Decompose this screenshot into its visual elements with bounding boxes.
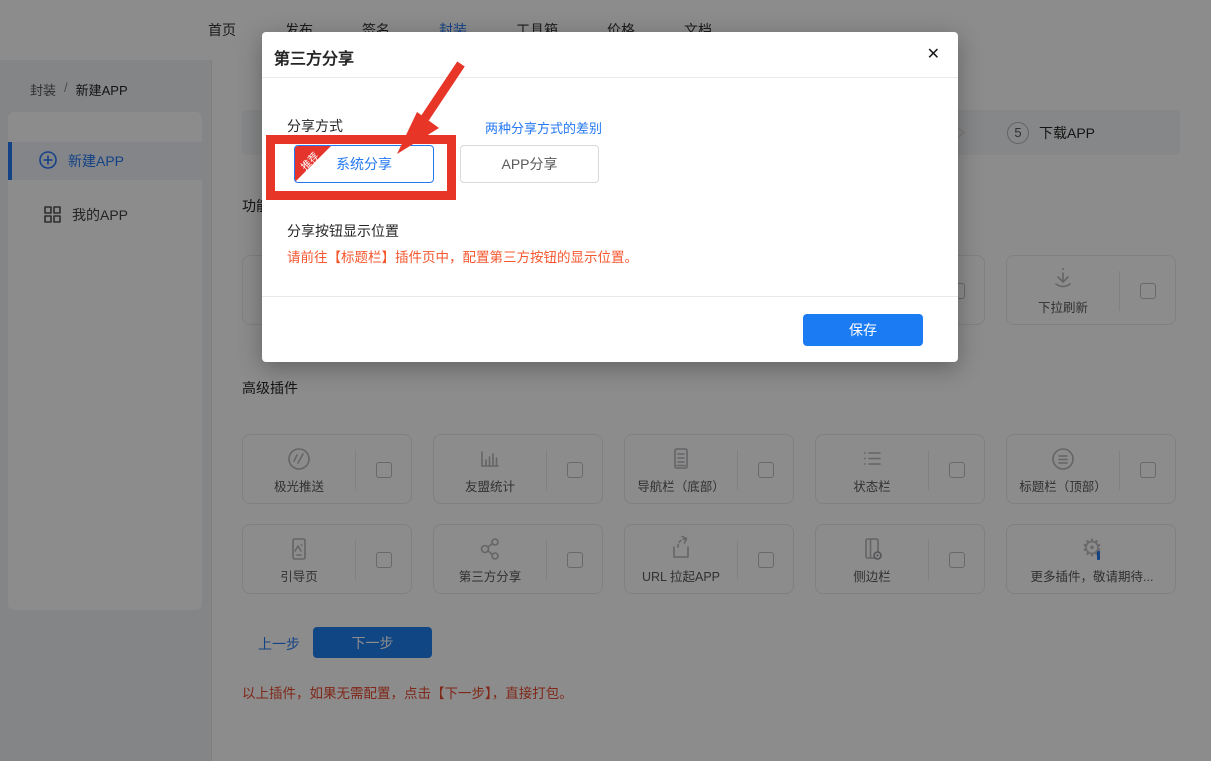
system-share-option[interactable]: 系统分享 推荐 bbox=[294, 145, 434, 183]
share-method-diff-link[interactable]: 两种分享方式的差别 bbox=[485, 118, 602, 137]
app-share-option[interactable]: APP分享 bbox=[460, 145, 599, 183]
third-party-share-modal: 第三方分享 ✕ 分享方式 两种分享方式的差别 系统分享 推荐 APP分享 分享按… bbox=[262, 32, 958, 362]
save-button[interactable]: 保存 bbox=[803, 314, 923, 346]
app-share-label: APP分享 bbox=[501, 156, 557, 172]
system-share-label: 系统分享 bbox=[336, 156, 392, 172]
button-position-label: 分享按钮显示位置 bbox=[287, 221, 399, 241]
modal-header: 第三方分享 ✕ bbox=[262, 32, 958, 78]
modal-footer: 保存 bbox=[262, 296, 958, 362]
modal-title: 第三方分享 bbox=[274, 45, 354, 69]
page: 首页发布签名封装工具箱价格文档 封装 / 新建APP 新建APP我的APP 5 … bbox=[0, 0, 1211, 761]
share-method-label: 分享方式 bbox=[287, 116, 343, 136]
close-icon[interactable]: ✕ bbox=[927, 44, 940, 64]
button-position-note: 请前往【标题栏】插件页中，配置第三方按钮的显示位置。 bbox=[287, 246, 638, 266]
